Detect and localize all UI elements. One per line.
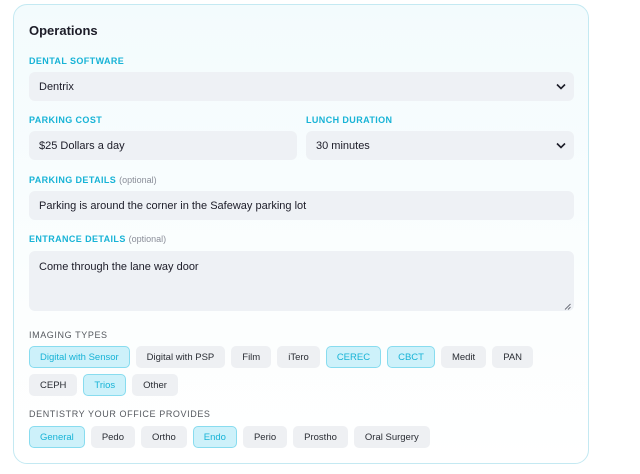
entrance-details-value: Come through the lane way door bbox=[39, 261, 199, 273]
imaging-type-chip[interactable]: Digital with PSP bbox=[135, 346, 226, 368]
dentistry-chip[interactable]: Pedo bbox=[90, 426, 135, 448]
parking-cost-label: PARKING COST bbox=[29, 115, 102, 125]
dentistry-label: DENTISTRY YOUR OFFICE PROVIDES bbox=[29, 409, 211, 419]
dentistry-chip[interactable]: Ortho bbox=[141, 426, 187, 448]
entrance-details-label: ENTRANCE DETAILS (optional) bbox=[29, 234, 166, 244]
dentistry-label-text: DENTISTRY YOUR OFFICE PROVIDES bbox=[29, 409, 211, 419]
imaging-type-chip[interactable]: CEPH bbox=[29, 374, 78, 396]
optional-hint: (optional) bbox=[128, 234, 167, 244]
dentistry-options: General Pedo Ortho Endo Perio Prostho Oral Sur… bbox=[29, 426, 574, 448]
entrance-details-label-text: ENTRANCE DETAILS bbox=[29, 234, 126, 244]
parking-details-label-text: PARKING DETAILS bbox=[29, 175, 117, 185]
imaging-type-chip[interactable]: PAN bbox=[492, 346, 534, 368]
operations-card: Operations DENTAL SOFTWARE Dentrix PARKI… bbox=[13, 4, 589, 464]
imaging-type-chip[interactable]: CEREC bbox=[325, 346, 382, 368]
imaging-types-options: Digital with Sensor Digital with PSP Film i… bbox=[29, 346, 574, 396]
imaging-type-chip[interactable]: Other bbox=[132, 374, 178, 396]
dentistry-chip[interactable]: Oral Surgery bbox=[353, 426, 430, 448]
lunch-duration-label-text: LUNCH DURATION bbox=[306, 115, 393, 125]
resize-handle-icon[interactable] bbox=[564, 301, 571, 310]
dental-software-label-text: DENTAL SOFTWARE bbox=[29, 56, 125, 66]
section-title: Operations bbox=[29, 23, 98, 38]
imaging-type-chip[interactable]: CBCT bbox=[387, 346, 435, 368]
optional-hint: (optional) bbox=[119, 175, 157, 185]
entrance-details-textarea[interactable]: Come through the lane way door bbox=[29, 251, 574, 311]
dentistry-chip[interactable]: Perio bbox=[242, 426, 288, 448]
dental-software-select[interactable]: Dentrix bbox=[29, 72, 574, 101]
imaging-type-chip[interactable]: Film bbox=[231, 346, 272, 368]
parking-cost-value: $25 Dollars a day bbox=[39, 139, 125, 152]
imaging-type-chip[interactable]: Digital with Sensor bbox=[29, 346, 130, 368]
dental-software-value: Dentrix bbox=[39, 80, 74, 93]
imaging-type-chip[interactable]: Trios bbox=[83, 374, 127, 396]
parking-details-label: PARKING DETAILS (optional) bbox=[29, 175, 157, 185]
lunch-duration-label: LUNCH DURATION bbox=[306, 115, 392, 125]
imaging-types-label-text: IMAGING TYPES bbox=[29, 330, 108, 340]
lunch-duration-select[interactable]: 30 minutes bbox=[306, 131, 574, 160]
dentistry-chip[interactable]: General bbox=[29, 426, 85, 448]
parking-cost-input[interactable]: $25 Dollars a day bbox=[29, 131, 297, 160]
imaging-type-chip[interactable]: Medit bbox=[440, 346, 487, 368]
imaging-types-label: IMAGING TYPES bbox=[29, 330, 108, 340]
chevron-down-icon bbox=[556, 81, 566, 92]
parking-details-input[interactable]: Parking is around the corner in the Safe… bbox=[29, 191, 574, 220]
dental-software-label: DENTAL SOFTWARE bbox=[29, 56, 124, 66]
imaging-type-chip[interactable]: iTero bbox=[277, 346, 320, 368]
dentistry-chip[interactable]: Prostho bbox=[293, 426, 348, 448]
dentistry-chip[interactable]: Endo bbox=[192, 426, 237, 448]
lunch-duration-value: 30 minutes bbox=[316, 139, 370, 152]
parking-cost-label-text: PARKING COST bbox=[29, 115, 103, 125]
parking-details-value: Parking is around the corner in the Safe… bbox=[39, 199, 307, 212]
chevron-down-icon bbox=[556, 140, 566, 151]
